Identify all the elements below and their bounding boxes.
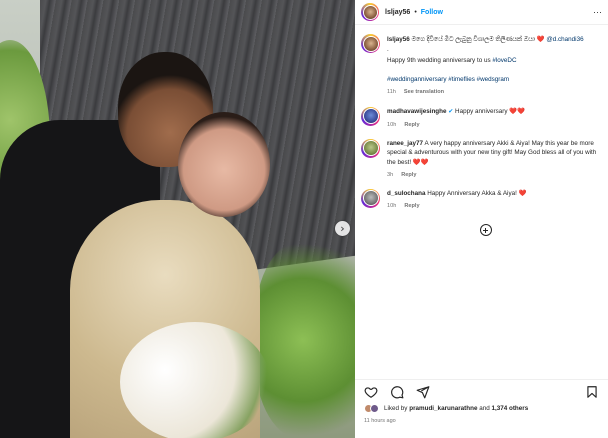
comment-username[interactable]: madhavawijesinghe — [387, 108, 447, 115]
photo-foliage-right — [255, 240, 355, 438]
comment-item: ranee_jay77 A very happy anniversary Akk… — [361, 138, 602, 181]
caption: lsljay56 මගෙ දිවියේ මිට ලැබුනු විශාලම ති… — [361, 34, 602, 98]
post-actions — [355, 379, 608, 403]
liked-by-user[interactable]: pramudi_karunarathne — [409, 405, 477, 412]
comment-text: Happy anniversary — [455, 107, 508, 115]
liked-by-and: and — [479, 405, 490, 412]
post-side-panel: lsljay56 • Follow ··· lsljay56 මගෙ දිවිය… — [355, 0, 608, 438]
verified-badge-icon: ✔ — [448, 108, 454, 115]
heart-emoji: ❤️ — [518, 189, 527, 197]
avatar[interactable] — [361, 34, 380, 53]
post-time-ago[interactable]: 11 hours ago — [364, 418, 396, 424]
post-photo[interactable]: › — [0, 0, 355, 438]
hashtag-link[interactable]: #loveDC — [492, 57, 516, 64]
reply-button[interactable]: Reply — [404, 121, 419, 131]
liked-by-others[interactable]: 1,374 others — [491, 405, 528, 412]
comment-item: madhavawijesinghe ✔ Happy anniversary ❤️… — [361, 106, 602, 131]
more-options-icon[interactable]: ··· — [593, 7, 602, 17]
bookmark-icon[interactable] — [585, 385, 599, 399]
avatar[interactable] — [361, 188, 380, 208]
separator-dot: • — [414, 8, 417, 16]
see-translation-link[interactable]: See translation — [404, 88, 444, 98]
liked-by-prefix: Liked by — [384, 405, 408, 412]
chevron-right-icon[interactable]: › — [335, 221, 350, 236]
plus-circle-icon[interactable] — [479, 224, 492, 237]
comment-bubble-icon[interactable] — [390, 385, 404, 399]
likes-summary: Liked by pramudi_karunarathne and 1,374 … — [364, 404, 528, 413]
heart-emoji: ❤️❤️ — [412, 159, 429, 167]
follow-button[interactable]: Follow — [421, 9, 443, 16]
comment-username[interactable]: d_sulochana — [387, 190, 426, 197]
heart-emoji: ❤️ — [536, 36, 545, 43]
avatar[interactable] — [361, 3, 379, 21]
avatar[interactable] — [361, 106, 380, 126]
caption-time: 11h — [387, 89, 396, 96]
caption-username[interactable]: lsljay56 — [387, 36, 410, 43]
caption-anniversary: Happy 9th wedding anniversary to us — [387, 56, 491, 64]
reply-button[interactable]: Reply — [404, 202, 419, 212]
comment-text: Happy Anniversary Akka & Aiya! — [427, 189, 517, 197]
liker-avatar — [370, 404, 379, 413]
post-username[interactable]: lsljay56 — [385, 9, 410, 16]
post-header: lsljay56 • Follow ··· — [355, 0, 608, 25]
heart-emoji: ❤️❤️ — [509, 107, 525, 115]
comments-list: lsljay56 මගෙ දිවියේ මිට ලැබුනු විශාලම ති… — [355, 25, 608, 237]
caption-mention[interactable]: @d.chandi36 — [546, 36, 583, 43]
avatar[interactable] — [361, 138, 380, 158]
hashtag-links[interactable]: #weddinganniversary #timeflies #wedsgram — [387, 75, 602, 85]
photo-bride-head — [178, 112, 270, 217]
comment-username[interactable]: ranee_jay77 — [387, 140, 423, 147]
caption-dot-line: . — [387, 45, 389, 53]
like-heart-icon[interactable] — [364, 385, 378, 399]
comment-item: d_sulochana Happy Anniversary Akka & Aiy… — [361, 188, 602, 212]
share-send-icon[interactable] — [416, 385, 430, 399]
comment-time: 10h — [387, 121, 397, 128]
caption-text: මගෙ දිවියේ මිට ලැබුනු විශාලම තිලිණයක් ඔය… — [411, 36, 536, 43]
reply-button[interactable]: Reply — [401, 171, 416, 181]
photo-bouquet — [120, 322, 270, 438]
comment-time: 10h — [387, 202, 397, 209]
comment-time: 3h — [387, 171, 394, 178]
